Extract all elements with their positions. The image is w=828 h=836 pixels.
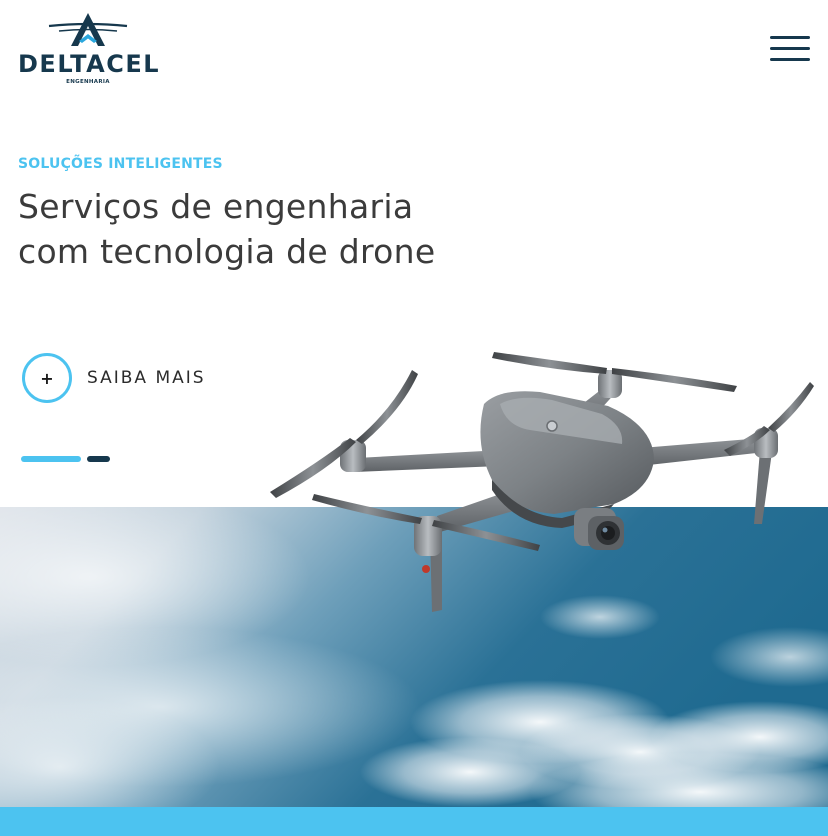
page: DELTACEL ENGENHARIA SOLUÇÕES INTELIGENTE… — [0, 0, 828, 836]
hero-headline-line-2: com tecnologia de drone — [18, 232, 436, 271]
saiba-mais-label: SAIBA MAIS — [87, 368, 206, 388]
deltacel-logo[interactable]: DELTACEL ENGENHARIA — [18, 10, 161, 86]
plus-icon: + — [22, 353, 72, 403]
logo-wordmark: DELTACEL — [18, 50, 161, 78]
hero-headline: Serviços de engenharia com tecnologia de… — [18, 184, 498, 274]
menu-line — [770, 47, 810, 50]
hamburger-menu-icon[interactable] — [768, 36, 812, 64]
logo-tagline: ENGENHARIA — [66, 79, 110, 85]
logo-delta-mark-icon — [48, 13, 128, 46]
hero-headline-line-1: Serviços de engenharia — [18, 187, 414, 226]
slider-pagination — [21, 456, 110, 462]
menu-line — [770, 36, 810, 39]
slider-dot-2[interactable] — [87, 456, 110, 462]
drone-image — [270, 352, 814, 612]
menu-line — [770, 58, 810, 61]
bottom-accent-bar — [0, 807, 828, 836]
hero-eyebrow: SOLUÇÕES INTELIGENTES — [18, 156, 223, 172]
saiba-mais-button[interactable]: + SAIBA MAIS — [22, 353, 206, 403]
slider-dot-1[interactable] — [21, 456, 81, 462]
